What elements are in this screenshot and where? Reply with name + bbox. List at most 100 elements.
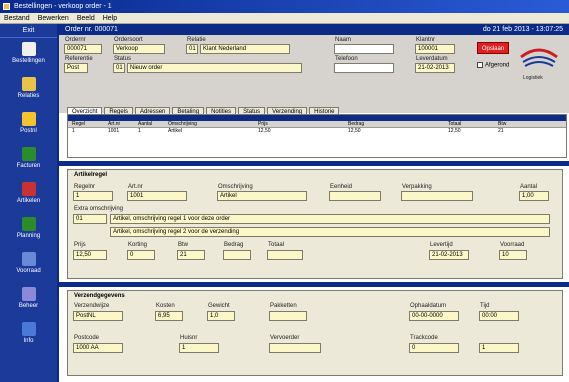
sidebar-item-label: Artikelen	[16, 198, 41, 204]
sidebar-item-articles[interactable]: Artikelen	[0, 178, 57, 213]
relatie-code-field[interactable]: 01	[186, 44, 198, 54]
sidebar-item-planning[interactable]: Planning	[0, 213, 57, 248]
label-ordernr: Ordernr	[65, 37, 86, 43]
table-row[interactable]: 1 1001 1 Artikel 12,50 12,50 12,50 21	[68, 128, 566, 135]
orders-icon	[21, 42, 36, 56]
menu-bar: Bestand Bewerken Beeld Help	[0, 13, 569, 24]
window-title: Bestellingen - verkoop order - 1	[14, 3, 112, 10]
verpakking-field[interactable]	[401, 191, 473, 201]
column-header[interactable]: Regel	[72, 121, 85, 128]
column-header[interactable]: Bedrag	[348, 121, 364, 128]
save-button[interactable]: Opslaan	[477, 42, 509, 54]
gewicht-field[interactable]: 1,0	[207, 311, 235, 321]
sidebar-item-label: Planning	[16, 233, 41, 239]
label-verpakking: Verpakking	[402, 184, 432, 190]
ordersoort-field[interactable]: Verkoop	[113, 44, 165, 54]
main-title-bar: Order nr. 000071 do 21 feb 2013 - 13:07:…	[59, 24, 569, 35]
sidebar-item-label: Postnl	[20, 128, 37, 134]
order-lines-grid[interactable]: Regel Art.nr Aantal Omschrijving Prijs B…	[67, 114, 567, 158]
label-status: Status	[114, 56, 132, 62]
naam-field[interactable]	[334, 44, 394, 54]
vervoerder-field[interactable]	[269, 343, 321, 353]
sidebar-item-invoices[interactable]: Facturen	[0, 143, 57, 178]
levertijd-field[interactable]: 21-02-2013	[429, 250, 469, 260]
logo-text: Logistiek	[523, 75, 543, 81]
column-header[interactable]: Btw	[498, 121, 506, 128]
column-header[interactable]: Totaal	[448, 121, 461, 128]
regelnr-field[interactable]: 1	[73, 191, 113, 201]
checkbox-label: Afgerond	[485, 62, 510, 69]
menu-item-file[interactable]: Bestand	[0, 13, 34, 24]
label-aantal: Aantal	[520, 184, 538, 190]
menu-item-edit[interactable]: Bewerken	[34, 13, 73, 24]
eenheid-field[interactable]	[329, 191, 381, 201]
voorraad-field[interactable]: 10	[499, 250, 527, 260]
label-naam: Naam	[335, 37, 352, 43]
korting-field[interactable]: 0	[127, 250, 155, 260]
menu-item-help[interactable]: Help	[99, 13, 121, 24]
extra-code-field[interactable]: 01	[73, 214, 107, 224]
label-pakketten: Pakketten	[270, 303, 297, 309]
label-artnr: Art.nr	[128, 184, 143, 190]
kosten-field[interactable]: 6,95	[155, 311, 183, 321]
tijd-field[interactable]: 00:00	[479, 311, 519, 321]
checkbox-box[interactable]	[477, 62, 483, 68]
pakketten-field[interactable]	[269, 311, 307, 321]
label-huisnr: Huisnr	[180, 335, 198, 341]
order-title: Order nr. 000071	[65, 26, 118, 33]
telefoon-dropdown[interactable]	[334, 63, 394, 73]
sidebar-item-orders[interactable]: Bestellingen	[0, 38, 57, 73]
label-korting: Korting	[128, 242, 148, 248]
aantal-field[interactable]: 1,00	[519, 191, 549, 201]
label-voorraad: Voorraad	[500, 242, 525, 248]
trackcode-field[interactable]: 0	[409, 343, 459, 353]
referentie-field[interactable]: Post	[64, 63, 88, 73]
prijs-field[interactable]: 12,50	[73, 250, 107, 260]
btw-field[interactable]: 21	[177, 250, 205, 260]
klantnr-field[interactable]: 100001	[415, 44, 455, 54]
extra-line2-field[interactable]: Artikel, omschrijving regel 2 voor de ve…	[110, 227, 550, 237]
label-leverdatum: Leverdatum	[416, 56, 448, 62]
label-verzendwijze: Verzendwijze	[74, 303, 110, 309]
extra-field[interactable]: 1	[479, 343, 519, 353]
totaal-field[interactable]	[267, 250, 303, 260]
status-code-field[interactable]: 01	[113, 63, 125, 73]
afgerond-checkbox[interactable]: Afgerond	[477, 62, 509, 69]
label-omschrijving: Omschrijving	[218, 184, 253, 190]
artnr-field[interactable]: 1001	[127, 191, 187, 201]
sidebar-item-stock[interactable]: Voorraad	[0, 248, 57, 283]
omschrijving-field[interactable]: Artikel	[217, 191, 307, 201]
grid-cell: 12,50	[448, 128, 461, 134]
label-vervoerder: Vervoerder	[270, 335, 300, 341]
postcode-field[interactable]: 1000 AA	[73, 343, 123, 353]
section-divider	[59, 282, 569, 287]
current-date: do 21 feb 2013 - 13:07:25	[482, 26, 563, 33]
column-header[interactable]: Omschrijving	[168, 121, 197, 128]
stock-icon	[21, 252, 36, 266]
company-logo	[520, 48, 558, 67]
status-text-field[interactable]: Nieuw order	[127, 63, 302, 73]
info-icon	[21, 322, 36, 336]
bedrag-field[interactable]	[223, 250, 251, 260]
exit-button[interactable]: Exit	[0, 24, 57, 38]
sidebar-item-postnl[interactable]: Postnl	[0, 108, 57, 143]
huisnr-field[interactable]: 1	[179, 343, 219, 353]
ophaaldatum-field[interactable]: 00-00-0000	[409, 311, 459, 321]
sidebar-item-admin[interactable]: Beheer	[0, 283, 57, 318]
grid-cell: 12,50	[258, 128, 271, 134]
verzendwijze-field[interactable]: PostNL	[73, 311, 123, 321]
label-klantnr: Klantnr	[416, 37, 436, 43]
window-titlebar: Bestellingen - verkoop order - 1	[0, 0, 569, 13]
sidebar-item-info[interactable]: Info	[0, 318, 57, 353]
column-header[interactable]: Aantal	[138, 121, 152, 128]
extra-line1-field[interactable]: Artikel, omschrijving regel 1 voor deze …	[110, 214, 550, 224]
column-header[interactable]: Prijs	[258, 121, 268, 128]
sidebar-item-relations[interactable]: Relaties	[0, 73, 57, 108]
planning-icon	[21, 217, 36, 231]
menu-item-view[interactable]: Beeld	[73, 13, 99, 24]
relatie-name-field[interactable]: Klant Nederland	[200, 44, 290, 54]
column-header[interactable]: Art.nr	[108, 121, 120, 128]
leverdatum-field[interactable]: 21-02-2013	[415, 63, 455, 73]
label-eenheid: Eenheid	[330, 184, 353, 190]
ordernr-field[interactable]: 000071	[64, 44, 102, 54]
